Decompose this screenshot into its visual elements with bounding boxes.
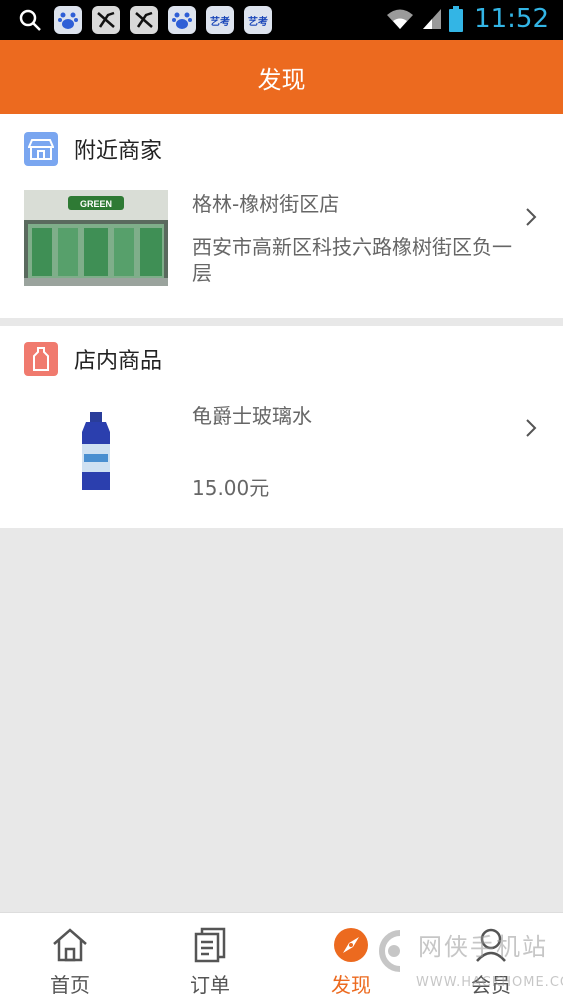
nearby-merchants-section: 附近商家 GREEN 格林-橡树街区店 西安市高新区科技六路橡树街区负一层: [0, 114, 563, 318]
watermark-logo-icon: [379, 930, 401, 972]
merchant-address: 西安市高新区科技六路橡树街区负一层: [192, 235, 512, 285]
search-icon: [16, 6, 44, 34]
tab-label: 订单: [190, 973, 230, 997]
battery-icon: [449, 6, 463, 36]
baidu-icon: [54, 6, 82, 34]
yikao-label: 艺考: [210, 16, 230, 28]
chevron-right-icon[interactable]: [521, 207, 541, 227]
app-icon: [130, 6, 158, 34]
tab-label: 首页: [50, 973, 90, 997]
yikao-icon: 艺考: [206, 6, 234, 34]
compass-icon: [331, 925, 371, 965]
watermark-text: 网侠手机站: [418, 933, 548, 961]
home-icon: [50, 925, 90, 965]
chevron-right-icon[interactable]: [521, 418, 541, 438]
baidu-icon: [168, 6, 196, 34]
app-icon: [92, 6, 120, 34]
section-title: 店内商品: [74, 349, 163, 374]
store-icon: [24, 132, 58, 166]
merchant-name[interactable]: 格林-橡树街区店: [192, 188, 339, 217]
section-header: 附近商家: [24, 132, 162, 166]
tab-label: 发现: [331, 973, 371, 997]
top-bar: 发现: [0, 40, 563, 114]
page-title: 发现: [257, 65, 306, 94]
watermark: 网侠手机站 WWW.HACKHOME.COM: [370, 925, 563, 997]
bottle-icon: [24, 342, 58, 376]
section-title: 附近商家: [74, 139, 163, 164]
system-icons: [385, 6, 463, 36]
status-bar: 艺考 艺考 11:52: [0, 0, 563, 40]
store-products-section: 店内商品 龟爵士玻璃水 15.00元: [0, 326, 563, 528]
product-name[interactable]: 龟爵士玻璃水: [192, 400, 312, 429]
notification-icons: 艺考 艺考: [16, 6, 272, 34]
product-price: 15.00元: [192, 476, 270, 500]
signal-icon: [421, 7, 443, 35]
yikao-icon: 艺考: [244, 6, 272, 34]
store-sign: GREEN: [80, 199, 112, 209]
tab-home[interactable]: 首页: [0, 913, 140, 1003]
orders-icon: [190, 925, 230, 965]
section-header: 店内商品: [24, 342, 162, 376]
wifi-icon: [385, 7, 415, 35]
yikao-label: 艺考: [248, 16, 268, 28]
status-time: 11:52: [474, 4, 549, 34]
store-photo[interactable]: GREEN: [24, 190, 168, 286]
product-photo[interactable]: [24, 404, 168, 500]
watermark-url: WWW.HACKHOME.COM: [416, 975, 563, 990]
tab-orders[interactable]: 订单: [140, 913, 280, 1003]
